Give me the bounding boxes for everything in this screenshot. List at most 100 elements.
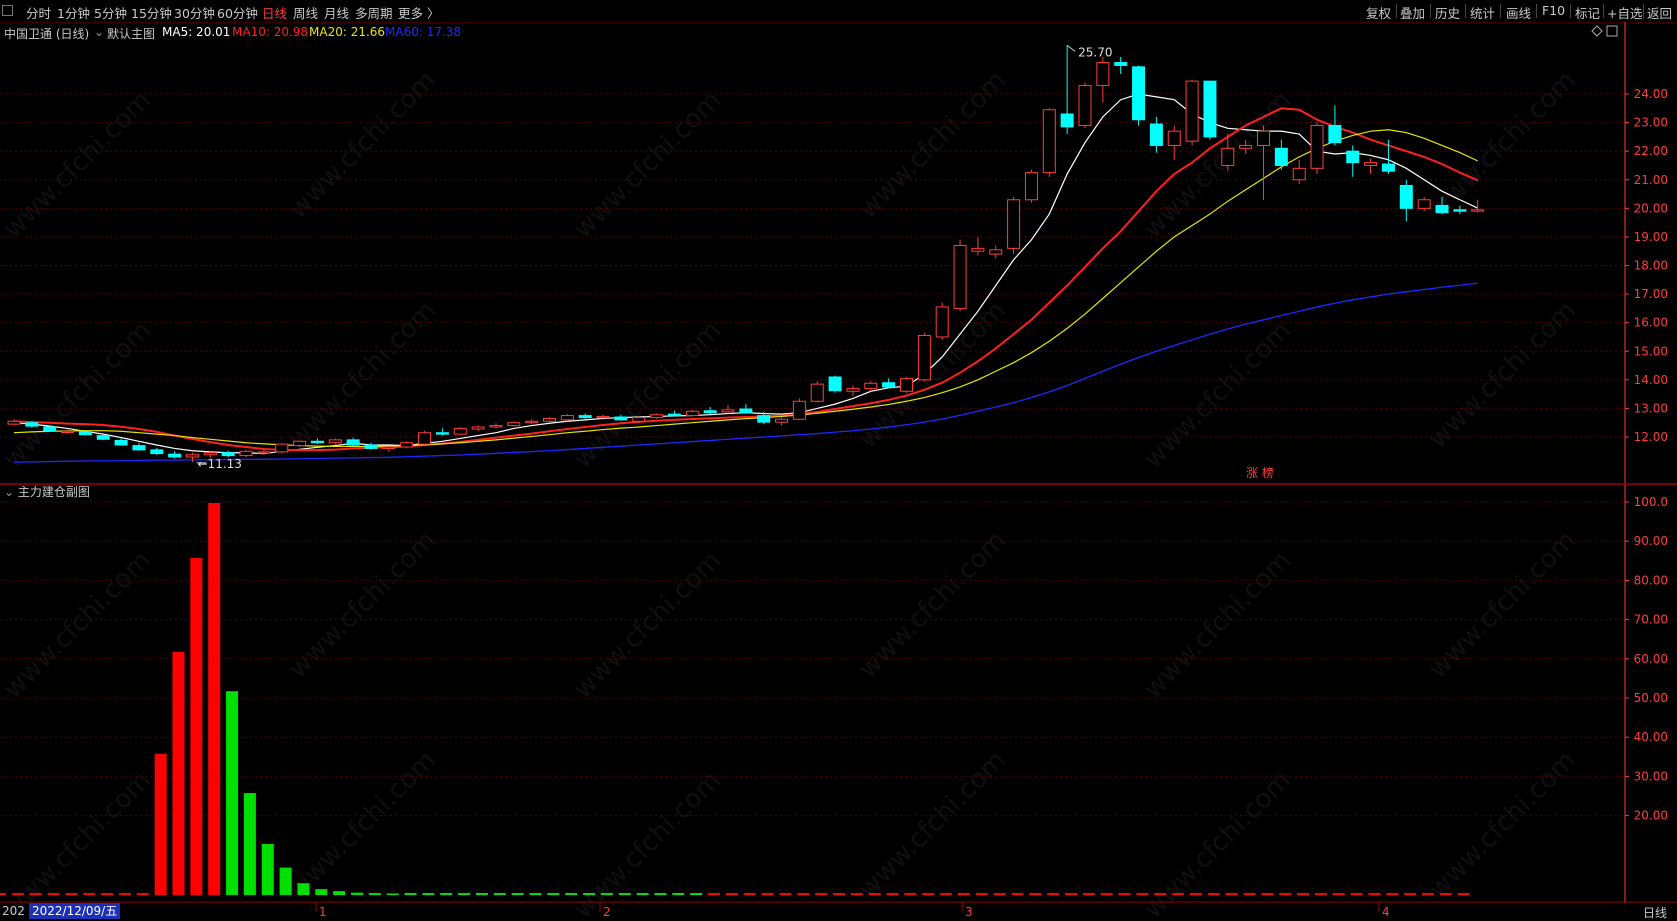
candle-up bbox=[61, 430, 75, 433]
price-tick-label: 18.00 bbox=[1634, 259, 1668, 273]
candle-down bbox=[78, 431, 92, 436]
candle-up bbox=[935, 306, 949, 338]
indicator-bar bbox=[226, 691, 239, 895]
candle-down bbox=[667, 413, 681, 417]
candle-up bbox=[489, 425, 503, 428]
candle-up bbox=[453, 427, 467, 435]
candle-down bbox=[1060, 113, 1074, 128]
limit-up-tag: 涨 榜 bbox=[1246, 465, 1274, 480]
indicator-bar bbox=[154, 753, 167, 895]
candle-down bbox=[435, 432, 449, 435]
candle-up bbox=[864, 382, 878, 389]
candle-up bbox=[257, 451, 271, 454]
high-price-label: 25.70 bbox=[1078, 45, 1112, 59]
price-tick-label: 24.00 bbox=[1634, 87, 1668, 101]
candle-down bbox=[1453, 209, 1467, 212]
candle-up bbox=[560, 415, 574, 421]
kline-chart[interactable]: 24.00 23.00 22.00 21.00 20.00 19.00 18.00 17.00… bbox=[0, 0, 1677, 921]
indicator-tick-label: 80.00 bbox=[1634, 573, 1668, 587]
date-prefix: 202 bbox=[2, 904, 25, 918]
candle-down bbox=[221, 452, 235, 457]
candle-down bbox=[739, 408, 753, 414]
price-tick-label: 22.00 bbox=[1634, 144, 1668, 158]
candle-down bbox=[1346, 150, 1360, 164]
indicator-bar bbox=[172, 651, 185, 895]
indicator-bar bbox=[315, 889, 328, 895]
price-tick-label: 19.00 bbox=[1634, 230, 1668, 244]
price-tick-label: 15.00 bbox=[1634, 344, 1668, 358]
low-price-label: ←11.13 bbox=[198, 457, 242, 471]
candle-down bbox=[43, 426, 57, 432]
candle-up bbox=[989, 249, 1003, 255]
candle-down bbox=[150, 449, 164, 455]
candle-up bbox=[1417, 199, 1431, 209]
candle-down bbox=[1149, 123, 1163, 146]
candle-up bbox=[1007, 199, 1021, 249]
candle-up bbox=[293, 440, 307, 447]
candle-down bbox=[1203, 80, 1217, 138]
indicator-bar bbox=[351, 892, 363, 895]
candle-down bbox=[1399, 184, 1413, 209]
panel-icon bbox=[1606, 25, 1618, 37]
indicator-tick-label: 70.00 bbox=[1634, 613, 1668, 627]
indicator-bar bbox=[279, 867, 292, 895]
indicator-tick-label: 90.00 bbox=[1634, 534, 1668, 548]
candle-up bbox=[792, 400, 806, 420]
candle-down bbox=[703, 410, 717, 414]
candle-up bbox=[900, 377, 913, 392]
indicator-tick-label: 30.00 bbox=[1634, 769, 1668, 783]
candle-up bbox=[328, 439, 342, 444]
candle-up bbox=[685, 410, 699, 417]
candle-up bbox=[525, 420, 539, 424]
candle-up bbox=[275, 443, 289, 453]
month-label: 4 bbox=[1382, 905, 1390, 919]
candle-up bbox=[1257, 130, 1270, 146]
candle-down bbox=[1114, 62, 1128, 66]
candle-up bbox=[1185, 80, 1199, 142]
candle-up bbox=[471, 426, 485, 430]
indicator-tick-label: 20.00 bbox=[1634, 809, 1668, 823]
candle-down bbox=[1328, 124, 1342, 144]
candle-up bbox=[917, 335, 931, 381]
chevron-down-icon[interactable]: ⌄ bbox=[4, 485, 14, 499]
indicator-bar bbox=[243, 793, 256, 895]
candle-up bbox=[721, 409, 735, 413]
candle-up bbox=[1042, 109, 1056, 174]
candle-down bbox=[132, 445, 146, 451]
candle-up bbox=[1096, 62, 1110, 86]
candle-down bbox=[1381, 163, 1395, 172]
candle-down bbox=[310, 440, 324, 444]
indicator-title: ⌄ 主力建仓副图 bbox=[4, 483, 90, 500]
price-tick-label: 12.00 bbox=[1634, 430, 1668, 444]
candle-up bbox=[1292, 167, 1306, 181]
month-label: 3 bbox=[965, 905, 973, 919]
candle-down bbox=[168, 453, 182, 458]
candle-up bbox=[596, 415, 610, 419]
candle-down bbox=[346, 439, 360, 446]
candle-down bbox=[578, 415, 592, 419]
price-tick-label: 23.00 bbox=[1634, 116, 1668, 130]
candle-down bbox=[1132, 66, 1146, 121]
candle-up bbox=[846, 387, 860, 392]
indicator-bar bbox=[190, 557, 203, 895]
price-tick-label: 13.00 bbox=[1634, 401, 1668, 415]
candle-up bbox=[632, 417, 646, 422]
candle-up bbox=[650, 414, 664, 419]
indicator-bar bbox=[386, 893, 399, 895]
indicator-name: 主力建仓副图 bbox=[17, 485, 90, 499]
indicator-bar bbox=[333, 891, 346, 895]
candle-up bbox=[1239, 144, 1253, 149]
candle-up bbox=[1221, 147, 1235, 166]
ma60-line bbox=[13, 282, 1478, 463]
candle-down bbox=[96, 435, 110, 440]
candle-up bbox=[543, 417, 556, 422]
high-marker-arrow bbox=[1066, 45, 1076, 52]
candle-down bbox=[882, 382, 896, 388]
candle-up bbox=[507, 422, 521, 427]
price-tick-label: 20.00 bbox=[1634, 201, 1668, 215]
candle-up bbox=[7, 420, 21, 425]
candle-up bbox=[418, 432, 432, 445]
candle-down bbox=[114, 439, 128, 446]
candle-down bbox=[1274, 147, 1288, 166]
indicator-bar bbox=[297, 883, 310, 895]
